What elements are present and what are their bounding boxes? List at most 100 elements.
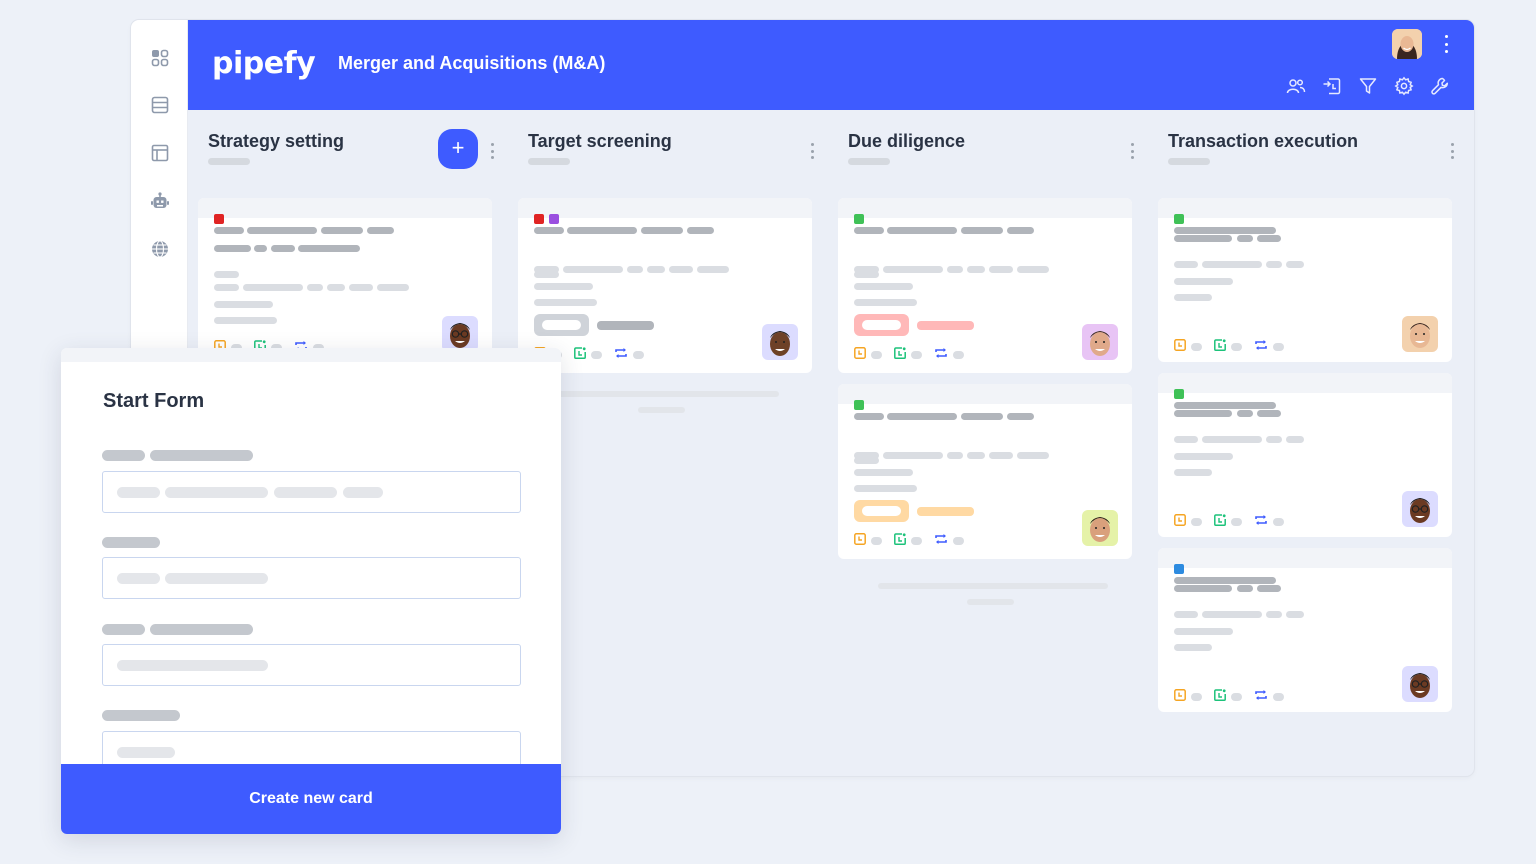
text-placeholder	[854, 227, 884, 234]
phase-title: Due diligence	[848, 131, 966, 151]
label-tag	[1174, 564, 1184, 574]
assignee-avatar[interactable]	[1082, 510, 1118, 546]
text-placeholder	[947, 266, 963, 273]
text-placeholder	[1174, 453, 1233, 460]
form-field-2-input[interactable]	[102, 557, 521, 599]
pipe-card[interactable]	[1158, 198, 1452, 362]
user-avatar[interactable]	[1392, 29, 1422, 59]
column-footer-placeholder	[967, 599, 1014, 605]
text-placeholder	[1266, 261, 1282, 268]
pipe-card[interactable]	[838, 198, 1132, 373]
text-placeholder	[883, 266, 943, 273]
text-placeholder	[1174, 278, 1233, 285]
settings-gear-icon[interactable]	[1394, 76, 1414, 96]
assignee-avatar[interactable]	[1402, 491, 1438, 527]
phase-count-placeholder	[528, 158, 570, 165]
text-placeholder	[1206, 577, 1276, 584]
text-placeholder	[298, 245, 360, 252]
members-icon[interactable]	[1286, 76, 1306, 96]
text-placeholder	[961, 413, 1003, 420]
text-placeholder	[214, 284, 239, 291]
text-placeholder	[1174, 644, 1212, 651]
pipe-card[interactable]	[198, 198, 492, 373]
recurring-icon	[934, 346, 948, 364]
pipe-title: Merger and Acquisitions (M&A)	[338, 53, 606, 73]
text-placeholder	[214, 245, 251, 252]
text-placeholder	[854, 413, 884, 420]
wrench-icon[interactable]	[1430, 76, 1450, 96]
text-placeholder	[697, 266, 729, 273]
phase-options-icon[interactable]	[809, 143, 815, 159]
text-placeholder	[887, 413, 957, 420]
text-placeholder	[214, 317, 277, 324]
card-tag-text	[597, 321, 654, 330]
text-placeholder	[1174, 585, 1232, 592]
recurring-icon	[1254, 513, 1268, 531]
due-date-icon	[1174, 513, 1186, 531]
text-placeholder	[961, 227, 1003, 234]
more-options-icon[interactable]	[1443, 35, 1449, 53]
pipefy-logo[interactable]: pipefy	[212, 46, 316, 81]
create-new-card-button[interactable]: Create new card	[61, 764, 561, 834]
card-tag	[854, 314, 909, 336]
assignee-avatar[interactable]	[1082, 324, 1118, 360]
pipe-card[interactable]	[1158, 548, 1452, 712]
field-label-placeholder	[102, 537, 160, 548]
text-placeholder	[669, 266, 693, 273]
phase-title: Transaction execution	[1168, 131, 1359, 151]
card-labels	[1174, 389, 1184, 399]
assignee-avatar[interactable]	[442, 316, 478, 352]
text-placeholder	[1174, 436, 1198, 443]
layout-panel-icon[interactable]	[149, 142, 171, 164]
header-bar: pipefy Merger and Acquisitions (M&A)	[188, 20, 1474, 110]
sla-timer-icon	[1214, 338, 1226, 356]
recurring-icon	[1254, 688, 1268, 706]
card-tag-text	[917, 321, 974, 330]
text-placeholder	[627, 266, 643, 273]
text-placeholder	[854, 266, 879, 273]
card-labels	[1174, 214, 1184, 224]
card-labels	[214, 214, 224, 224]
text-placeholder	[377, 284, 409, 291]
phase-options-icon[interactable]	[1449, 143, 1455, 159]
assignee-avatar[interactable]	[1402, 316, 1438, 352]
apps-grid-icon[interactable]	[149, 47, 171, 69]
assignee-avatar[interactable]	[1402, 666, 1438, 702]
database-icon[interactable]	[149, 94, 171, 116]
form-field-3-input[interactable]	[102, 644, 521, 686]
import-icon[interactable]	[1322, 76, 1342, 96]
text-placeholder	[534, 266, 559, 273]
sla-timer-icon	[1214, 513, 1226, 531]
robot-automation-icon[interactable]	[149, 190, 171, 212]
filter-icon[interactable]	[1358, 76, 1378, 96]
sla-timer-icon	[894, 346, 906, 364]
text-placeholder	[349, 284, 373, 291]
text-placeholder	[243, 284, 303, 291]
text-placeholder	[1174, 261, 1198, 268]
text-placeholder	[1266, 436, 1282, 443]
text-placeholder	[247, 227, 317, 234]
label-tag	[854, 214, 864, 224]
globe-icon[interactable]	[149, 238, 171, 260]
text-placeholder	[321, 227, 363, 234]
pipe-card[interactable]	[1158, 373, 1452, 537]
text-placeholder	[1202, 611, 1262, 618]
phase-options-icon[interactable]	[1129, 143, 1135, 159]
sla-timer-icon	[574, 346, 586, 364]
text-placeholder	[1266, 611, 1282, 618]
pipe-card[interactable]	[838, 384, 1132, 559]
form-field-1-input[interactable]	[102, 471, 521, 513]
phase-options-icon[interactable]	[489, 143, 495, 159]
text-placeholder	[1007, 413, 1034, 420]
text-placeholder	[854, 299, 917, 306]
card-tag	[854, 500, 909, 522]
text-placeholder	[854, 469, 913, 476]
text-placeholder	[254, 245, 267, 252]
text-placeholder	[1257, 410, 1281, 417]
assignee-avatar[interactable]	[762, 324, 798, 360]
text-placeholder	[1007, 227, 1034, 234]
text-placeholder	[534, 299, 597, 306]
text-placeholder	[1174, 235, 1232, 242]
add-card-button[interactable]: +	[438, 129, 478, 169]
pipe-card[interactable]	[518, 198, 812, 373]
